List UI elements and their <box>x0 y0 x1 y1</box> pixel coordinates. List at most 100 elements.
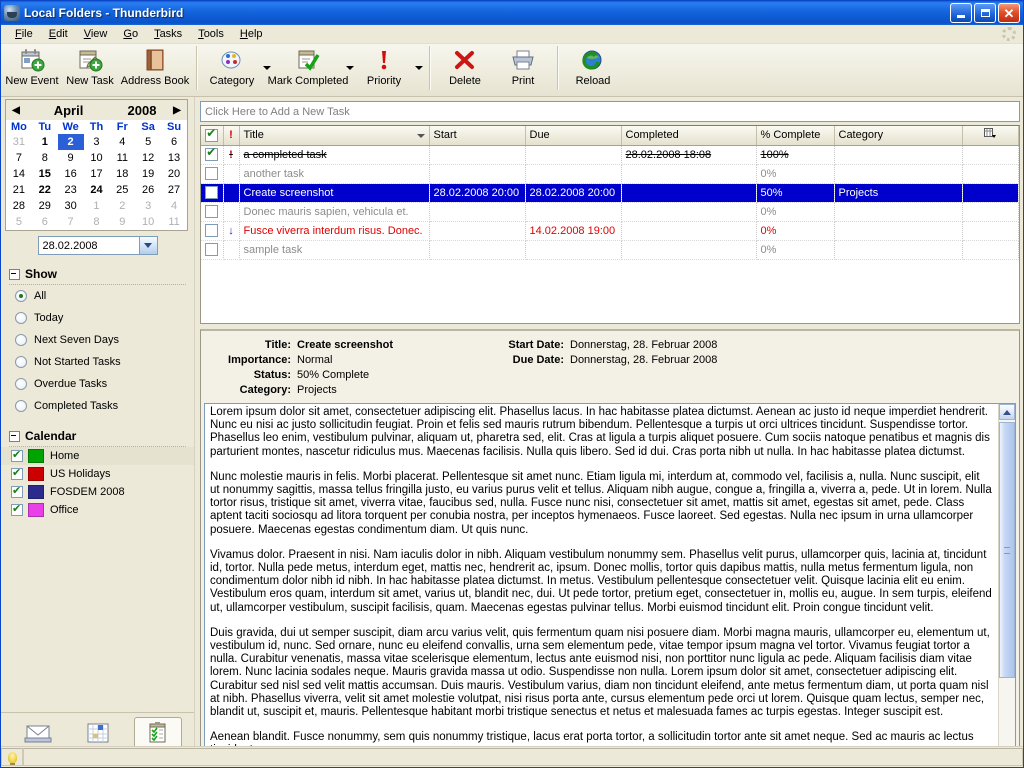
reload-button[interactable]: Reload <box>564 44 622 87</box>
description-scrollbar[interactable] <box>998 404 1015 764</box>
mini-month-day[interactable]: 16 <box>58 166 84 182</box>
calendar-item-home[interactable]: Home <box>1 447 194 465</box>
mini-month-day[interactable]: 1 <box>84 198 110 214</box>
mark-completed-dropdown-arrow[interactable] <box>344 44 355 90</box>
menu-edit[interactable]: Edit <box>41 27 76 41</box>
radio-icon[interactable] <box>15 312 27 324</box>
mini-month-day[interactable]: 4 <box>161 198 187 214</box>
mini-month-day[interactable]: 9 <box>58 150 84 166</box>
minimize-button[interactable] <box>950 3 972 23</box>
menu-help[interactable]: Help <box>232 27 271 41</box>
task-complete-checkbox[interactable] <box>205 186 219 200</box>
mark-completed-button[interactable]: Mark Completed <box>268 44 348 87</box>
mini-month-day[interactable]: 19 <box>135 166 161 182</box>
scroll-up-button[interactable] <box>999 404 1015 420</box>
task-row[interactable]: sample task 0% <box>201 240 1019 260</box>
category-button[interactable]: Category <box>203 44 261 87</box>
priority-dropdown-arrow[interactable] <box>413 44 424 90</box>
mini-month-day[interactable]: 25 <box>109 182 135 198</box>
status-icon-cell[interactable] <box>1 748 23 766</box>
task-row[interactable]: Donec mauris sapien, vehicula et. 0% <box>201 202 1019 222</box>
radio-icon[interactable] <box>15 290 27 302</box>
task-complete-checkbox-cell[interactable] <box>201 221 224 241</box>
show-filter-not-started-tasks[interactable]: Not Started Tasks <box>1 351 194 373</box>
print-button[interactable]: Print <box>494 44 552 87</box>
show-filter-completed-tasks[interactable]: Completed Tasks <box>1 395 194 417</box>
radio-icon[interactable] <box>15 334 27 346</box>
calendar-collapse-icon[interactable] <box>9 430 20 442</box>
column-header-title[interactable]: Title <box>239 126 430 146</box>
task-complete-checkbox-cell[interactable] <box>201 202 224 222</box>
column-header-start[interactable]: Start <box>429 126 526 146</box>
mini-month-day[interactable]: 10 <box>84 150 110 166</box>
show-section-header[interactable]: Show <box>9 267 194 281</box>
mini-month-day[interactable]: 7 <box>58 214 84 230</box>
task-complete-checkbox[interactable] <box>205 145 219 162</box>
add-new-task-field[interactable]: Click Here to Add a New Task <box>200 101 1020 122</box>
mini-month-day[interactable]: 23 <box>58 182 84 198</box>
task-row[interactable]: ↓ Fusce viverra interdum risus. Donec. 14.… <box>201 221 1019 241</box>
column-header-percent[interactable]: % Complete <box>756 126 835 146</box>
mini-month-day[interactable]: 28 <box>6 198 32 214</box>
mini-month-day[interactable]: 5 <box>6 214 32 230</box>
prev-month-button[interactable]: ◀ <box>9 105 23 116</box>
menu-file[interactable]: File <box>7 27 41 41</box>
mini-month-day[interactable]: 18 <box>109 166 135 182</box>
radio-icon[interactable] <box>15 400 27 412</box>
close-button[interactable]: ✕ <box>998 3 1020 23</box>
mini-month-day[interactable]: 14 <box>6 166 32 182</box>
column-header-category[interactable]: Category <box>834 126 963 146</box>
mini-month-day[interactable]: 20 <box>161 166 187 182</box>
mini-month-day[interactable]: 3 <box>84 134 110 150</box>
mini-month-day[interactable]: 4 <box>109 134 135 150</box>
mini-month-day[interactable]: 5 <box>135 134 161 150</box>
radio-icon[interactable] <box>15 356 27 368</box>
mini-month-day[interactable]: 11 <box>109 150 135 166</box>
task-row[interactable]: Create screenshot 28.02.2008 20:00 28.02.2… <box>201 183 1019 203</box>
mini-month-day[interactable]: 31 <box>6 134 32 150</box>
mini-month-day[interactable]: 2 <box>109 198 135 214</box>
show-filter-next-seven-days[interactable]: Next Seven Days <box>1 329 194 351</box>
mini-month-day[interactable]: 24 <box>84 182 110 198</box>
task-row[interactable]: ! a completed task 28.02.2008 18:08100% <box>201 145 1019 165</box>
new-event-button[interactable]: New Event <box>3 44 61 87</box>
show-filter-overdue-tasks[interactable]: Overdue Tasks <box>1 373 194 395</box>
scrollbar-track[interactable] <box>999 420 1015 748</box>
date-picker-dropdown-icon[interactable] <box>138 237 157 254</box>
new-task-button[interactable]: New Task <box>61 44 119 87</box>
calendar-item-us-holidays[interactable]: US Holidays <box>1 465 194 483</box>
mini-month-day[interactable]: 21 <box>6 182 32 198</box>
priority-button[interactable]: Priority <box>355 44 413 87</box>
mini-month-day[interactable]: 1 <box>32 134 58 150</box>
task-complete-checkbox[interactable] <box>205 167 219 181</box>
show-filter-today[interactable]: Today <box>1 307 194 329</box>
menu-view[interactable]: View <box>76 27 116 41</box>
mini-month-day[interactable]: 6 <box>161 134 187 150</box>
mini-month-day[interactable]: 7 <box>6 150 32 166</box>
mini-month-day[interactable]: 8 <box>84 214 110 230</box>
mini-month-day[interactable]: 9 <box>109 214 135 230</box>
scrollbar-thumb[interactable] <box>999 422 1015 678</box>
delete-button[interactable]: Delete <box>436 44 494 87</box>
next-month-button[interactable]: ▶ <box>170 105 184 116</box>
task-complete-checkbox-cell[interactable] <box>201 145 224 165</box>
task-complete-checkbox[interactable] <box>205 243 219 257</box>
mini-month-day-selected[interactable]: 2 <box>57 134 84 150</box>
mini-month-day[interactable]: 29 <box>32 198 58 214</box>
task-complete-checkbox[interactable] <box>205 205 219 219</box>
mini-month-day[interactable]: 30 <box>58 198 84 214</box>
menu-tasks[interactable]: Tasks <box>146 27 190 41</box>
calendar-section-header[interactable]: Calendar <box>9 429 194 443</box>
mini-month-day[interactable]: 11 <box>161 214 187 230</box>
maximize-button[interactable] <box>974 3 996 23</box>
mini-month-day[interactable]: 12 <box>135 150 161 166</box>
mini-month-day[interactable]: 26 <box>135 182 161 198</box>
task-complete-checkbox-cell[interactable] <box>201 240 224 260</box>
address-book-button[interactable]: Address Book <box>119 44 191 87</box>
mini-month-day[interactable]: 10 <box>135 214 161 230</box>
mini-month-day[interactable]: 3 <box>135 198 161 214</box>
column-header-due[interactable]: Due <box>525 126 622 146</box>
mini-month-day[interactable]: 22 <box>32 182 58 198</box>
column-picker-button[interactable] <box>962 126 1019 146</box>
calendar-item-office[interactable]: Office <box>1 501 194 519</box>
